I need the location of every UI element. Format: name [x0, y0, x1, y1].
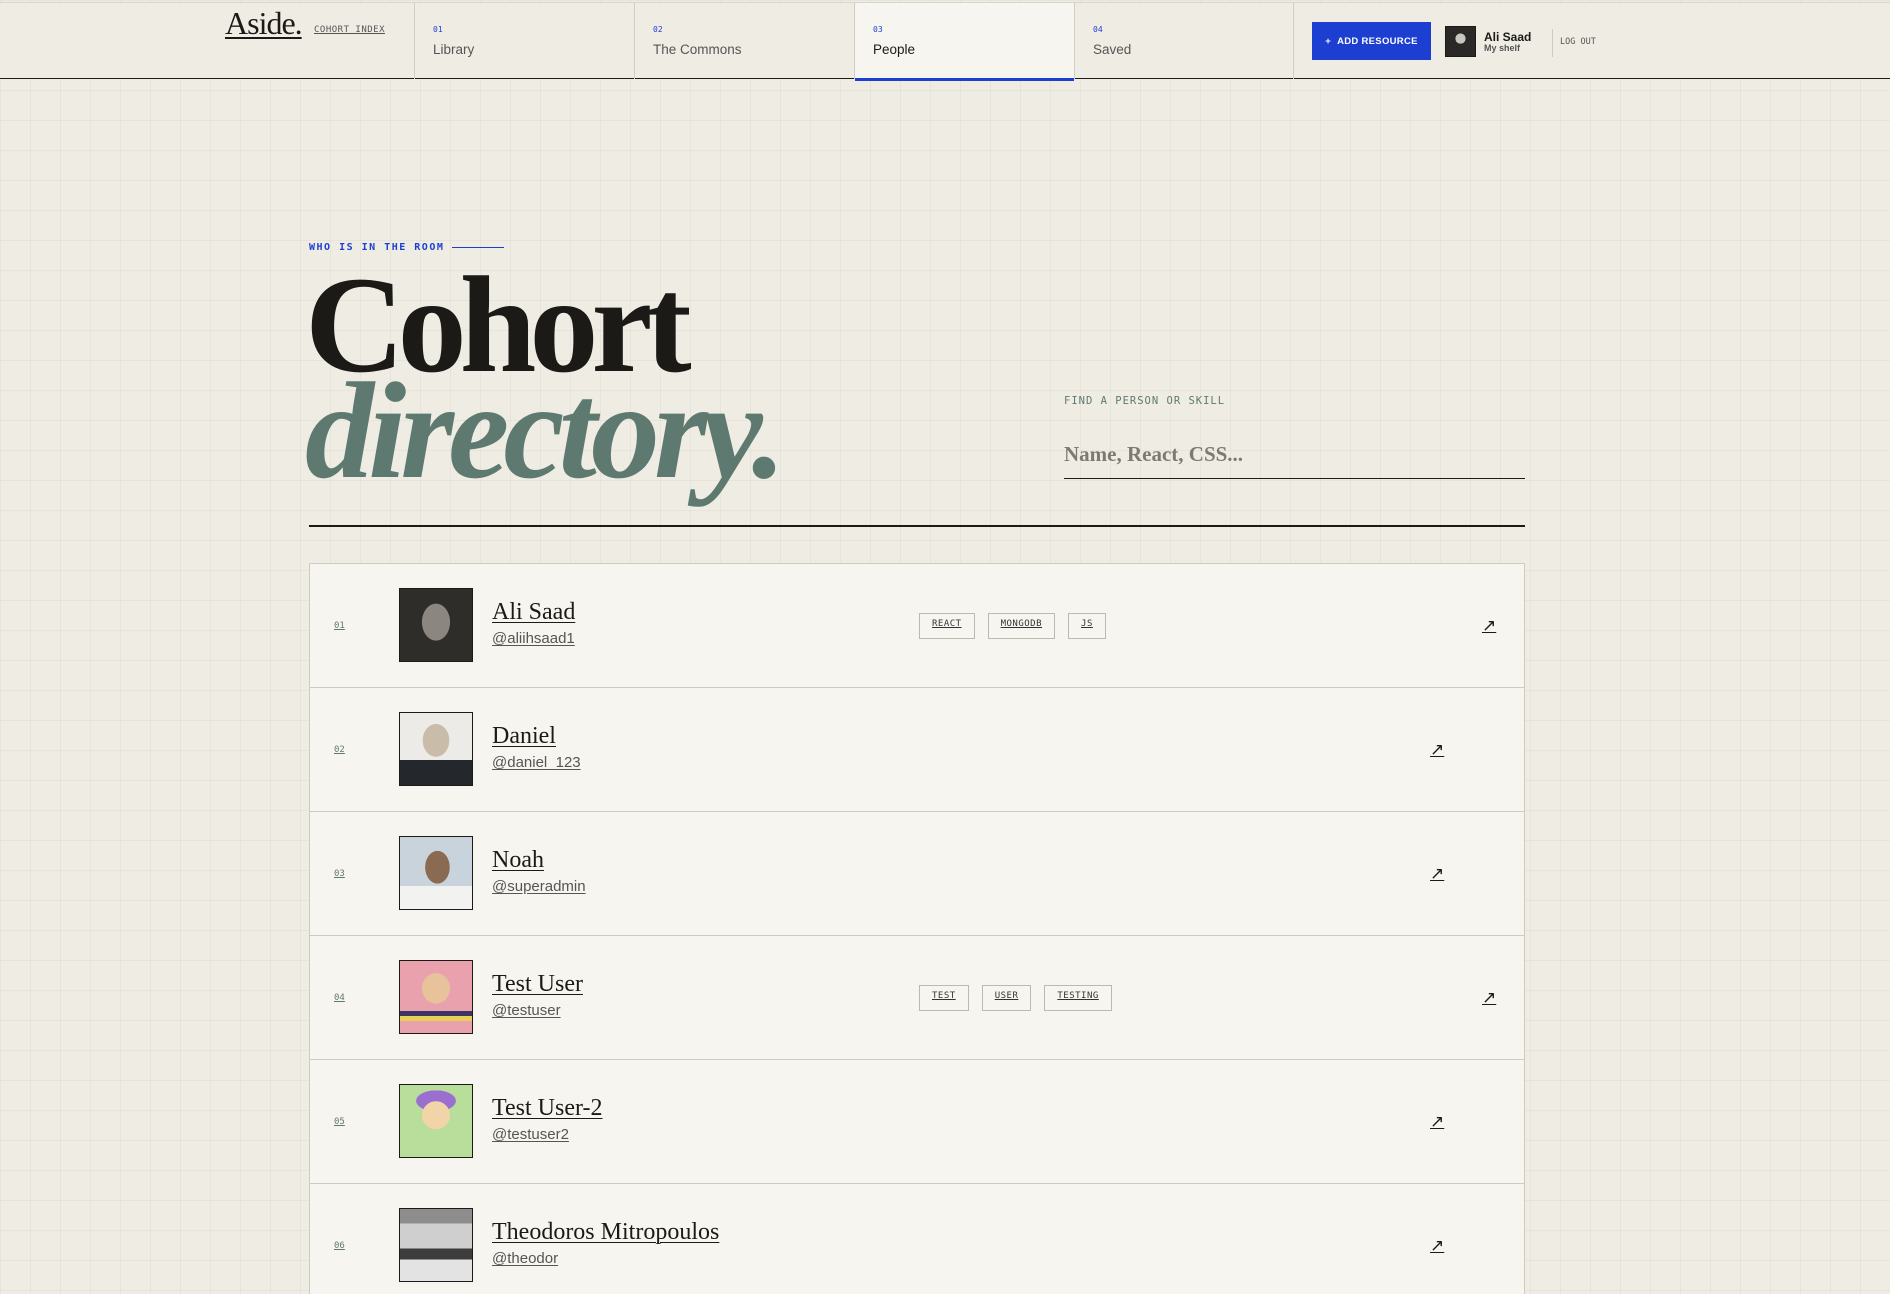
row-index[interactable]: 04: [334, 993, 345, 1003]
logout-link[interactable]: LOG OUT: [1560, 37, 1596, 47]
skill-tags: TEST USER TESTING: [919, 985, 1112, 1011]
hero-divider: [309, 525, 1525, 527]
row-index[interactable]: 06: [334, 1241, 345, 1251]
person-name[interactable]: Test User-2: [492, 1095, 602, 1122]
person-name[interactable]: Noah: [492, 847, 544, 874]
person-row[interactable]: 03 Noah @superadmin ↗: [310, 812, 1524, 936]
skill-tags: REACT MONGODB JS: [919, 613, 1106, 639]
person-handle[interactable]: @theodor: [492, 1250, 558, 1267]
person-handle[interactable]: @testuser2: [492, 1126, 569, 1143]
add-resource-button[interactable]: + ADD RESOURCE: [1312, 22, 1431, 60]
person-handle[interactable]: @daniel_123: [492, 754, 581, 771]
skill-tag[interactable]: USER: [981, 985, 1032, 1011]
add-resource-label: ADD RESOURCE: [1337, 35, 1418, 47]
top-nav: Aside. COHORT INDEX 01 Library 02 The Co…: [0, 2, 1890, 81]
open-profile-arrow-icon[interactable]: ↗: [1482, 988, 1496, 1008]
plus-icon: +: [1325, 35, 1332, 47]
tab-saved[interactable]: 04 Saved: [1074, 3, 1294, 79]
row-index[interactable]: 03: [334, 869, 345, 879]
avatar[interactable]: [1445, 26, 1476, 57]
person-name[interactable]: Test User: [492, 971, 583, 998]
tab-number: 03: [873, 25, 883, 34]
avatar[interactable]: [399, 836, 473, 910]
person-handle[interactable]: @superadmin: [492, 878, 586, 895]
person-row[interactable]: 02 Daniel @daniel_123 ↗: [310, 688, 1524, 812]
skill-tag[interactable]: REACT: [919, 613, 975, 639]
person-handle[interactable]: @aliihsaad1: [492, 630, 575, 647]
tab-number: 04: [1093, 25, 1103, 34]
person-handle[interactable]: @testuser: [492, 1002, 561, 1019]
open-profile-arrow-icon[interactable]: ↗: [1430, 864, 1444, 884]
avatar[interactable]: [399, 960, 473, 1034]
tab-label: The Commons: [653, 42, 742, 57]
search-input[interactable]: [1064, 431, 1525, 479]
person-name[interactable]: Ali Saad: [492, 599, 575, 626]
person-row[interactable]: 04 Test User @testuser TEST USER TESTING…: [310, 936, 1524, 1060]
people-list: 01 Ali Saad @aliihsaad1 REACT MONGODB JS…: [309, 563, 1525, 1294]
skill-tag[interactable]: TESTING: [1044, 985, 1112, 1011]
open-profile-arrow-icon[interactable]: ↗: [1482, 616, 1496, 636]
skill-tag[interactable]: TEST: [919, 985, 969, 1011]
row-index[interactable]: 02: [334, 745, 345, 755]
tab-library[interactable]: 01 Library: [414, 3, 634, 79]
person-name[interactable]: Daniel: [492, 723, 556, 750]
avatar[interactable]: [399, 712, 473, 786]
person-row[interactable]: 05 Test User-2 @testuser2 ↗: [310, 1060, 1524, 1184]
person-name[interactable]: Theodoros Mitropoulos: [492, 1219, 719, 1246]
skill-tag[interactable]: MONGODB: [987, 613, 1056, 639]
open-profile-arrow-icon[interactable]: ↗: [1430, 1236, 1444, 1256]
logo[interactable]: Aside.: [225, 5, 303, 42]
person-row[interactable]: 06 Theodoros Mitropoulos @theodor ↗: [310, 1184, 1524, 1294]
tab-label: Library: [433, 42, 475, 57]
skill-tag[interactable]: JS: [1068, 613, 1106, 639]
avatar[interactable]: [399, 588, 473, 662]
tab-label: Saved: [1093, 42, 1132, 57]
page-title-line2: directory.: [305, 354, 786, 507]
open-profile-arrow-icon[interactable]: ↗: [1430, 740, 1444, 760]
tab-people[interactable]: 03 People: [854, 3, 1074, 81]
cohort-index-link[interactable]: COHORT INDEX: [314, 25, 385, 35]
avatar[interactable]: [399, 1084, 473, 1158]
search-label: FIND A PERSON OR SKILL: [1064, 395, 1226, 407]
row-index[interactable]: 05: [334, 1117, 345, 1127]
avatar[interactable]: [399, 1208, 473, 1282]
tab-number: 02: [653, 25, 663, 34]
tab-number: 01: [433, 25, 443, 34]
row-index[interactable]: 01: [334, 621, 345, 631]
tab-the-commons[interactable]: 02 The Commons: [634, 3, 854, 79]
tab-label: People: [873, 42, 916, 57]
user-name[interactable]: Ali Saad: [1484, 30, 1531, 44]
open-profile-arrow-icon[interactable]: ↗: [1430, 1112, 1444, 1132]
person-row[interactable]: 01 Ali Saad @aliihsaad1 REACT MONGODB JS…: [310, 564, 1524, 688]
my-shelf-link[interactable]: My shelf: [1484, 43, 1520, 53]
divider: [1552, 29, 1553, 57]
